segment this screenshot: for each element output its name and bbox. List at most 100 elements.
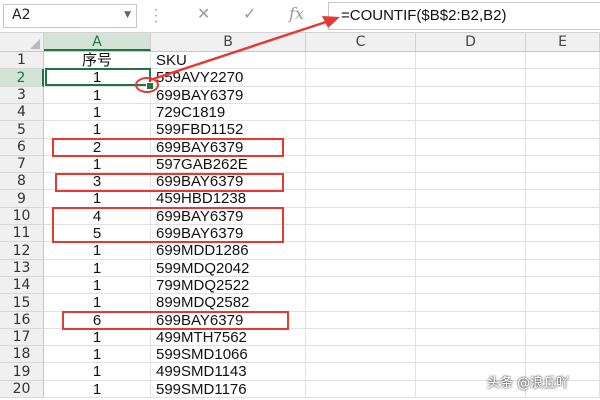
- cell-b14[interactable]: 799MDQ2522: [151, 277, 306, 294]
- cell-e16[interactable]: [526, 312, 600, 329]
- name-box[interactable]: A2 ▼: [3, 4, 137, 28]
- column-header-d[interactable]: D: [416, 33, 526, 51]
- cell-c5[interactable]: [306, 121, 416, 139]
- cell-a5[interactable]: 1: [44, 121, 151, 139]
- cell-d3[interactable]: [416, 87, 526, 104]
- cell-d14[interactable]: [416, 277, 526, 294]
- row-header-8[interactable]: 8: [0, 173, 44, 190]
- cell-c16[interactable]: [306, 312, 416, 329]
- cell-d4[interactable]: [416, 104, 526, 121]
- cell-c17[interactable]: [306, 329, 416, 346]
- cell-c20[interactable]: [306, 381, 416, 398]
- row-header-1[interactable]: 1: [0, 52, 44, 69]
- cell-e1[interactable]: [526, 52, 600, 69]
- x-icon[interactable]: ✕: [197, 4, 210, 23]
- cell-b15[interactable]: 899MDQ2582: [151, 294, 306, 312]
- cell-d15[interactable]: [416, 294, 526, 312]
- row-header-2[interactable]: 2: [0, 69, 44, 87]
- cell-d10[interactable]: [416, 208, 526, 225]
- column-header-c[interactable]: C: [306, 33, 416, 51]
- cell-c11[interactable]: [306, 225, 416, 242]
- cell-c2[interactable]: [306, 69, 416, 87]
- cell-a12[interactable]: 1: [44, 242, 151, 260]
- check-icon[interactable]: ✓: [243, 4, 256, 23]
- cell-a20[interactable]: 1: [44, 381, 151, 398]
- cell-b7[interactable]: 597GAB262E: [151, 156, 306, 173]
- row-header-19[interactable]: 19: [0, 363, 44, 381]
- cell-c19[interactable]: [306, 363, 416, 381]
- cell-c14[interactable]: [306, 277, 416, 294]
- cell-c12[interactable]: [306, 242, 416, 260]
- row-header-13[interactable]: 13: [0, 260, 44, 277]
- cell-d13[interactable]: [416, 260, 526, 277]
- cell-d5[interactable]: [416, 121, 526, 139]
- cell-b1[interactable]: SKU: [151, 52, 306, 69]
- row-header-20[interactable]: 20: [0, 381, 44, 398]
- cell-d8[interactable]: [416, 173, 526, 190]
- cell-d17[interactable]: [416, 329, 526, 346]
- cell-e8[interactable]: [526, 173, 600, 190]
- cell-a7[interactable]: 1: [44, 156, 151, 173]
- cell-e6[interactable]: [526, 139, 600, 156]
- cell-a15[interactable]: 1: [44, 294, 151, 312]
- cell-c15[interactable]: [306, 294, 416, 312]
- row-header-3[interactable]: 3: [0, 87, 44, 104]
- row-header-9[interactable]: 9: [0, 190, 44, 208]
- cell-a4[interactable]: 1: [44, 104, 151, 121]
- cell-d11[interactable]: [416, 225, 526, 242]
- fx-icon[interactable]: fx: [289, 4, 304, 23]
- cell-c13[interactable]: [306, 260, 416, 277]
- cell-b13[interactable]: 599MDQ2042: [151, 260, 306, 277]
- cell-e15[interactable]: [526, 294, 600, 312]
- column-header-e[interactable]: E: [526, 33, 600, 51]
- cell-e10[interactable]: [526, 208, 600, 225]
- row-header-12[interactable]: 12: [0, 242, 44, 260]
- cell-b18[interactable]: 599SMD1066: [151, 346, 306, 363]
- cell-d1[interactable]: [416, 52, 526, 69]
- cell-a1[interactable]: 序号: [44, 52, 151, 69]
- cell-b2[interactable]: 559AVY2270: [151, 69, 306, 87]
- cell-b17[interactable]: 499MTH7562: [151, 329, 306, 346]
- cell-e18[interactable]: [526, 346, 600, 363]
- cell-a14[interactable]: 1: [44, 277, 151, 294]
- cell-b20[interactable]: 599SMD1176: [151, 381, 306, 398]
- cell-d18[interactable]: [416, 346, 526, 363]
- cell-e5[interactable]: [526, 121, 600, 139]
- row-header-11[interactable]: 11: [0, 225, 44, 242]
- cell-c8[interactable]: [306, 173, 416, 190]
- cell-e7[interactable]: [526, 156, 600, 173]
- cell-d6[interactable]: [416, 139, 526, 156]
- cell-e12[interactable]: [526, 242, 600, 260]
- cell-e11[interactable]: [526, 225, 600, 242]
- row-header-5[interactable]: 5: [0, 121, 44, 139]
- cell-d9[interactable]: [416, 190, 526, 208]
- row-header-15[interactable]: 15: [0, 294, 44, 312]
- cell-a3[interactable]: 1: [44, 87, 151, 104]
- column-header-b[interactable]: B: [151, 33, 306, 51]
- cell-c6[interactable]: [306, 139, 416, 156]
- cell-a9[interactable]: 1: [44, 190, 151, 208]
- cell-b3[interactable]: 699BAY6379: [151, 87, 306, 104]
- cell-d7[interactable]: [416, 156, 526, 173]
- cell-c4[interactable]: [306, 104, 416, 121]
- cell-b12[interactable]: 699MDD1286: [151, 242, 306, 260]
- row-header-7[interactable]: 7: [0, 156, 44, 173]
- cell-a18[interactable]: 1: [44, 346, 151, 363]
- row-header-17[interactable]: 17: [0, 329, 44, 346]
- row-header-16[interactable]: 16: [0, 312, 44, 329]
- select-all-corner[interactable]: [0, 33, 44, 51]
- cell-a19[interactable]: 1: [44, 363, 151, 381]
- cell-b4[interactable]: 729C1819: [151, 104, 306, 121]
- row-header-6[interactable]: 6: [0, 139, 44, 156]
- cell-a17[interactable]: 1: [44, 329, 151, 346]
- cell-e14[interactable]: [526, 277, 600, 294]
- column-header-a[interactable]: A: [44, 33, 151, 51]
- cell-c1[interactable]: [306, 52, 416, 69]
- row-header-14[interactable]: 14: [0, 277, 44, 294]
- row-header-10[interactable]: 10: [0, 208, 44, 225]
- cell-b9[interactable]: 459HBD1238: [151, 190, 306, 208]
- row-header-18[interactable]: 18: [0, 346, 44, 363]
- cell-c18[interactable]: [306, 346, 416, 363]
- chevron-down-icon[interactable]: ▼: [124, 10, 131, 20]
- cell-a13[interactable]: 1: [44, 260, 151, 277]
